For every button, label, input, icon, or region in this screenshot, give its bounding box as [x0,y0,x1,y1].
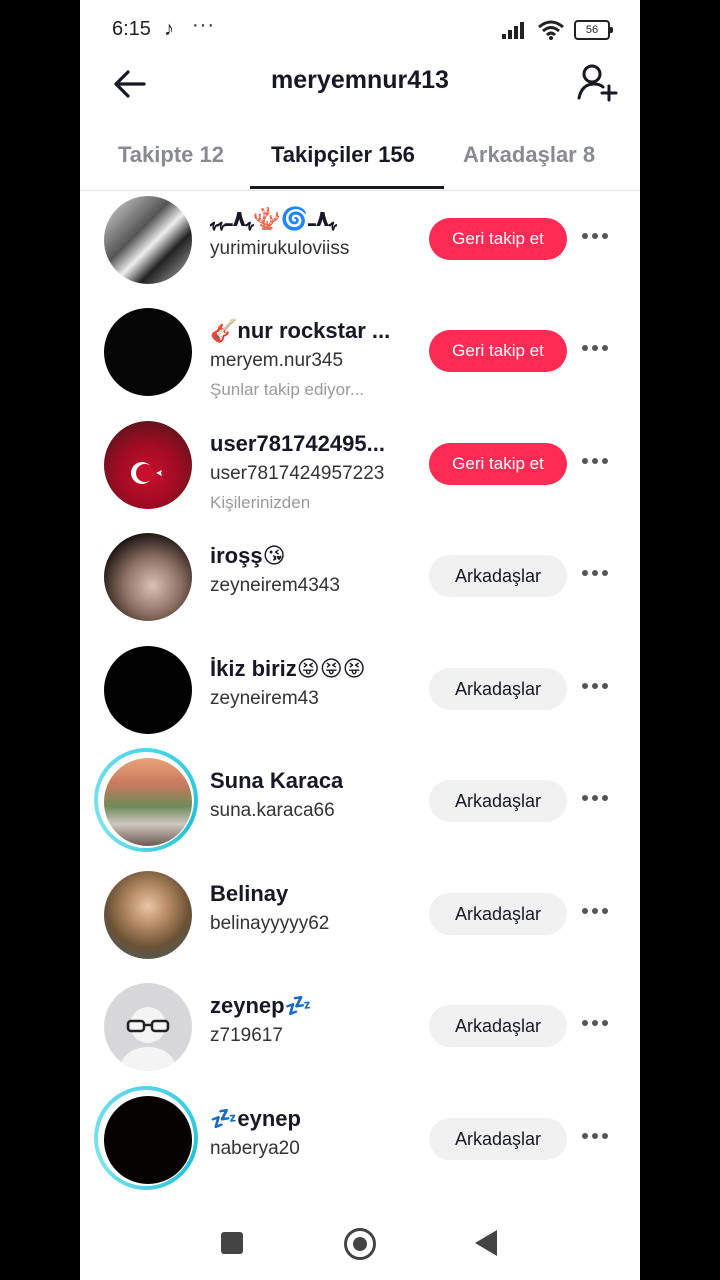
username: meryem.nur345 [210,350,344,371]
default-avatar-icon [118,1007,178,1071]
follow-back-button[interactable]: Geri takip et [429,443,567,485]
avatar[interactable] [104,646,192,734]
avatar[interactable] [104,196,192,284]
username: naberya20 [210,1138,300,1159]
tiktok-notification-icon: ♪ [164,18,174,40]
more-horizontal-icon[interactable] [580,676,620,700]
system-navigation-bar [80,1210,640,1280]
status-time: 6:15 [112,18,151,40]
friends-button[interactable]: Arkadaşlar [429,1118,567,1160]
more-horizontal-icon[interactable] [580,451,620,475]
avatar[interactable] [104,871,192,959]
username: z719617 [210,1025,283,1046]
person-plus-icon[interactable] [576,62,618,102]
display-name: zeynep💤 [210,993,312,1018]
username: yurimirukuloviiss [210,238,350,259]
more-horizontal-icon[interactable] [580,338,620,362]
mutual-info: Şunlar takip ediyor... [210,380,365,399]
follow-back-button[interactable]: Geri takip et [429,218,567,260]
username: zeyneirem4343 [210,575,340,596]
avatar[interactable] [104,758,192,846]
list-item[interactable]: 🎸nur rockstar ... meryem.nur345 Şunlar t… [80,302,640,414]
list-item[interactable]: Belinay belinayyyyy62 Arkadaşlar [80,865,640,977]
display-name: Suna Karaca [210,768,344,793]
app-screen: 6:15 ♪ ··· 56 meryemnur413 Takipte 12 Ta… [80,0,640,1280]
more-horizontal-icon[interactable] [580,1013,620,1037]
active-tab-indicator [250,186,444,189]
username: user7817424957223 [210,463,385,484]
avatar[interactable] [104,983,192,1071]
avatar[interactable] [104,308,192,396]
page-title: meryemnur413 [271,66,449,94]
wifi-icon [538,20,564,40]
tab-followers[interactable]: Takipçiler 156 [271,142,415,168]
more-notifications-icon: ··· [192,14,215,36]
more-horizontal-icon[interactable] [580,563,620,587]
signal-icon [502,22,524,39]
display-name: 💤eynep [210,1106,301,1131]
friends-button[interactable]: Arkadaşlar [429,893,567,935]
username: zeyneirem43 [210,688,319,709]
avatar[interactable] [104,1096,192,1184]
display-name: 🎸nur rockstar ... [210,318,391,343]
mutual-info: Kişilerinizden [210,493,311,512]
more-horizontal-icon[interactable] [580,1126,620,1150]
list-item[interactable]: iroşş😘 zeyneirem4343 Arkadaşlar [80,527,640,639]
flag-icon [131,462,162,484]
display-name: user781742495... [210,431,385,456]
avatar[interactable] [104,533,192,621]
display-name: Belinay [210,881,289,906]
status-bar: 6:15 ♪ ··· 56 [80,0,640,60]
avatar[interactable] [104,421,192,509]
display-name: ﮩ٨ـ🌀🪸ﮩ٨ـﮩﮩ [210,206,337,231]
header: meryemnur413 [80,56,640,112]
username: suna.karaca66 [210,800,335,821]
display-name: iroşş😘 [210,543,286,568]
list-item[interactable]: Suna Karaca suna.karaca66 Arkadaşlar [80,748,640,864]
home-button[interactable] [344,1228,376,1260]
friends-button[interactable]: Arkadaşlar [429,1005,567,1047]
friends-button[interactable]: Arkadaşlar [429,780,567,822]
username: belinayyyyy62 [210,913,330,934]
more-horizontal-icon[interactable] [580,226,620,250]
list-item[interactable]: user781742495... user7817424957223 Kişil… [80,415,640,527]
list-item[interactable]: zeynep💤 z719617 Arkadaşlar [80,977,640,1089]
recent-apps-button[interactable] [221,1232,243,1254]
tab-bar: Takipte 12 Takipçiler 156 Arkadaşlar 8 [80,128,640,191]
list-item[interactable]: İkiz biriz😝😝😝 zeyneirem43 Arkadaşlar [80,640,640,752]
battery-indicator: 56 [574,20,613,40]
more-horizontal-icon[interactable] [580,788,620,812]
back-button[interactable] [475,1230,497,1256]
list-item[interactable]: ﮩ٨ـ🌀🪸ﮩ٨ـﮩﮩ yurimirukuloviiss Geri takip … [80,190,640,302]
list-item[interactable]: 💤eynep naberya20 Arkadaşlar [80,1086,640,1202]
tab-friends[interactable]: Arkadaşlar 8 [463,142,595,168]
friends-button[interactable]: Arkadaşlar [429,668,567,710]
follow-back-button[interactable]: Geri takip et [429,330,567,372]
display-name: İkiz biriz😝😝😝 [210,656,366,681]
more-horizontal-icon[interactable] [580,901,620,925]
tab-following[interactable]: Takipte 12 [118,142,224,168]
friends-button[interactable]: Arkadaşlar [429,555,567,597]
status-icons: 56 [502,20,613,40]
